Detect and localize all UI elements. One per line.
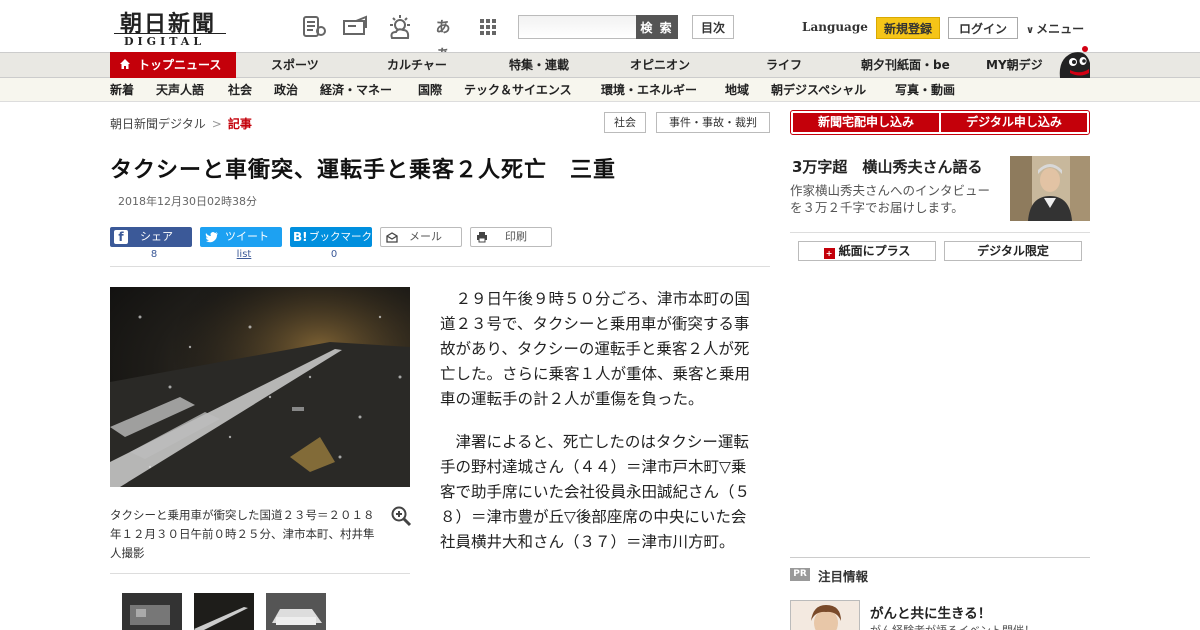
nav-item-features[interactable]: 特集・連載 xyxy=(509,53,569,77)
divider xyxy=(790,232,1090,233)
facebook-icon: f xyxy=(114,230,128,244)
search-button[interactable]: 検 索 xyxy=(636,15,678,39)
digital-subscribe-button[interactable]: デジタル申し込み xyxy=(941,113,1087,132)
promo-title[interactable]: 3万字超 横山秀夫さん語る xyxy=(792,156,982,177)
facebook-share-button[interactable]: f シェア xyxy=(110,227,192,247)
hatena-icon: B! xyxy=(293,230,308,244)
twitter-share-count[interactable]: list xyxy=(200,249,288,260)
tag-incidents[interactable]: 事件・事故・裁判 xyxy=(656,112,770,133)
subnav-item-tech-science[interactable]: テック＆サイエンス xyxy=(464,78,572,102)
hatena-bookmark-count: 0 xyxy=(330,249,338,260)
twitter-share-label: ツイート xyxy=(225,230,269,243)
logo-divider xyxy=(114,33,226,34)
subnav-item-latest[interactable]: 新着 xyxy=(110,78,134,102)
promo-description: 作家横山秀夫さんへのインタビューを３万２千字でお届けします。 xyxy=(790,183,991,215)
login-button[interactable]: ログイン xyxy=(948,17,1018,39)
breadcrumb-separator: > xyxy=(211,117,222,131)
nav-item-label: トップニュース xyxy=(138,58,222,72)
subnav-item-society[interactable]: 社会 xyxy=(228,78,252,102)
subnav-item-environment[interactable]: 環境・エネルギー xyxy=(601,78,697,102)
subnav-item-tensei-jingo[interactable]: 天声人語 xyxy=(156,78,204,102)
nav-item-top-news[interactable]: トップニュース xyxy=(110,52,236,78)
article-paragraph: ２９日午後９時５０分ごろ、津市本町の国道２３号で、タクシーと乗用車が衝突する事故… xyxy=(440,290,751,408)
hatena-bookmark-label: ブックマーク xyxy=(309,231,372,243)
tag-society[interactable]: 社会 xyxy=(604,112,646,133)
printer-icon xyxy=(476,231,488,249)
menu-label: メニュー xyxy=(1036,22,1085,36)
divider xyxy=(110,266,770,267)
site-header: 朝日新聞 DIGITAL あぁ 検 索 目次 Language 新規登録 ログイ… xyxy=(0,0,1200,62)
article-date: 2018年12月30日02時38分 xyxy=(118,195,257,208)
weather-icon[interactable] xyxy=(386,14,412,40)
zoom-in-icon[interactable] xyxy=(390,505,412,527)
print-label: 印刷 xyxy=(505,230,527,243)
digital-only-button[interactable]: デジタル限定 xyxy=(944,241,1082,261)
index-button[interactable]: 目次 xyxy=(692,15,734,39)
search-input[interactable] xyxy=(518,15,636,39)
article-title: タクシーと車衝突、運転手と乗客２人死亡 三重 xyxy=(110,158,617,183)
print-button[interactable]: 印刷 xyxy=(470,227,552,247)
mail-button[interactable]: メール xyxy=(380,227,462,247)
pr-title[interactable]: がんと共に生きる！ xyxy=(870,602,991,622)
nav-item-sports[interactable]: スポーツ xyxy=(271,53,319,77)
subnav-item-region[interactable]: 地域 xyxy=(725,78,749,102)
subscription-box: 新聞宅配申し込み デジタル申し込み xyxy=(790,110,1090,135)
pr-subtitle: がん経験者が語るイベント開催！ xyxy=(870,622,1035,630)
mail-icon xyxy=(386,231,398,249)
signup-button[interactable]: 新規登録 xyxy=(876,17,940,39)
breadcrumb-home[interactable]: 朝日新聞デジタル xyxy=(110,117,206,131)
subnav-item-special[interactable]: 朝デジスペシャル xyxy=(771,78,866,102)
facebook-share-label: シェア xyxy=(140,230,173,243)
hatena-bookmark-button[interactable]: B! ブックマーク xyxy=(290,227,372,247)
mascot-icon[interactable] xyxy=(1056,45,1092,79)
paper-plus-button[interactable]: + 紙面にプラス xyxy=(798,241,936,261)
pr-section-label: 注目情報 xyxy=(818,569,869,584)
photo-thumbnail[interactable] xyxy=(266,593,326,630)
nav-item-culture[interactable]: カルチャー xyxy=(387,53,447,77)
article-body: ２９日午後９時５０分ごろ、津市本町の国道２３号で、タクシーと乗用車が衝突する事故… xyxy=(440,287,750,573)
subnav-item-photo-video[interactable]: 写真・動画 xyxy=(895,78,955,102)
main-nav: トップニュース スポーツ カルチャー 特集・連載 オピニオン ライフ 朝夕刊紙面… xyxy=(0,46,1200,78)
subnav-item-international[interactable]: 国際 xyxy=(418,78,442,102)
twitter-share-button[interactable]: ツイート xyxy=(200,227,282,247)
sub-nav: 新着 天声人語 社会 政治 経済・マネー 国際 テック＆サイエンス 環境・エネル… xyxy=(0,78,1200,102)
breadcrumb: 朝日新聞デジタル > 記事 xyxy=(110,115,252,132)
article-photo[interactable] xyxy=(110,287,410,487)
grid-icon[interactable] xyxy=(475,14,501,40)
subnav-item-economy[interactable]: 経済・マネー xyxy=(320,78,392,102)
photo-caption: タクシーと乗用車が衝突した国道２３号＝２０１８年１２月３０日午前０時２５分、津市… xyxy=(110,508,375,560)
article-paragraph: 津署によると、死亡したのはタクシー運転手の野村達城さん（４４）＝津市戸木町▽乗客… xyxy=(440,433,751,551)
paper-plus-icon: + xyxy=(823,248,835,259)
newspaper-icon[interactable] xyxy=(301,14,327,40)
newspaper-subscribe-button[interactable]: 新聞宅配申し込み xyxy=(793,113,939,132)
menu-button[interactable]: ∨ メニュー xyxy=(1026,20,1084,37)
chevron-down-icon: ∨ xyxy=(1026,25,1035,36)
asahi-digital-logo[interactable]: 朝日新聞 DIGITAL xyxy=(110,6,230,48)
font-size-icon[interactable]: あぁ xyxy=(430,14,456,62)
twitter-icon xyxy=(205,230,219,251)
language-link[interactable]: Language xyxy=(802,20,868,34)
logo-digital: DIGITAL xyxy=(124,35,206,48)
divider xyxy=(790,557,1090,558)
home-icon xyxy=(119,52,131,78)
nav-item-opinion[interactable]: オピニオン xyxy=(630,53,690,77)
pr-badge: PR xyxy=(790,568,810,581)
breadcrumb-current: 記事 xyxy=(227,117,252,131)
divider xyxy=(110,573,410,574)
facebook-share-count: 8 xyxy=(150,249,158,260)
promo-photo[interactable] xyxy=(1010,156,1090,221)
pr-photo[interactable] xyxy=(790,600,860,630)
nav-item-paper-be[interactable]: 朝夕刊紙面・be xyxy=(861,53,950,77)
nav-item-my-asadigi[interactable]: MY朝デジ xyxy=(986,53,1043,77)
photo-thumbnail[interactable] xyxy=(122,593,182,630)
nav-item-life[interactable]: ライフ xyxy=(766,53,802,77)
photo-thumbnail[interactable] xyxy=(194,593,254,630)
paper-plus-label: 紙面にプラス xyxy=(838,244,911,258)
megaphone-icon[interactable] xyxy=(342,14,368,40)
subnav-item-politics[interactable]: 政治 xyxy=(274,78,298,102)
mail-label: メール xyxy=(409,230,442,243)
